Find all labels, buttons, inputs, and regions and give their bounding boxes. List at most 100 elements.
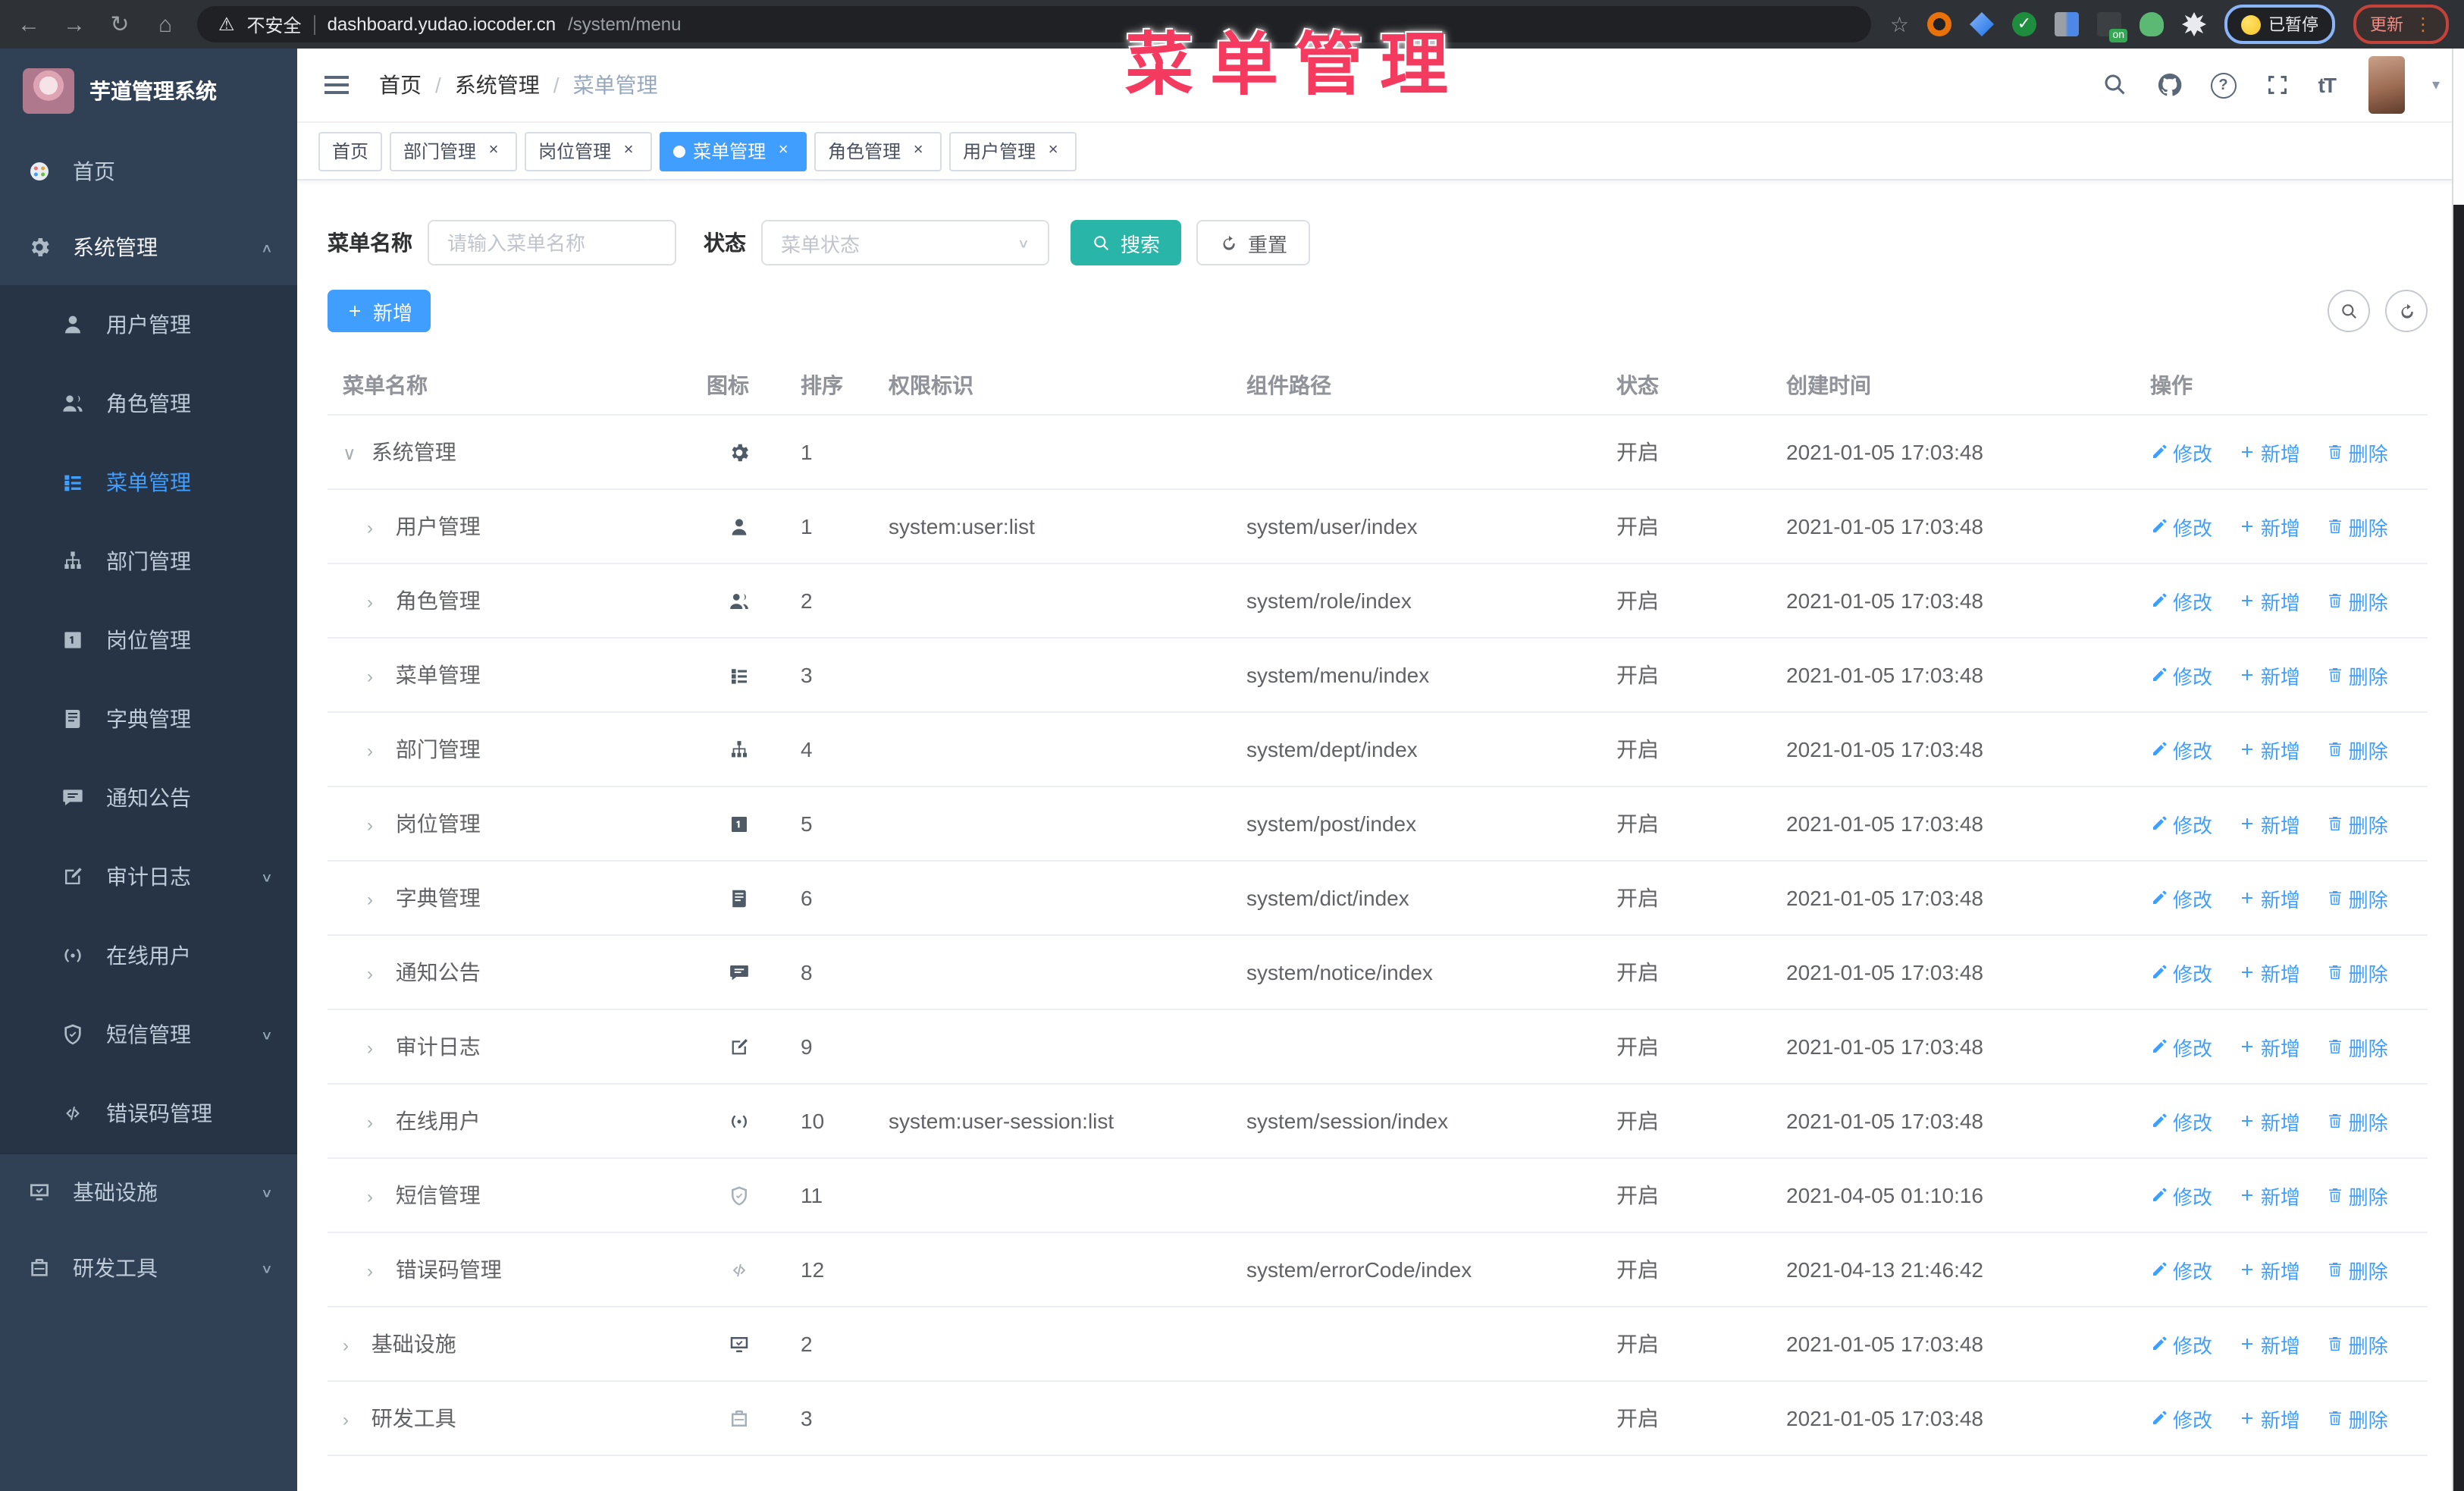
extensions-puzzle-icon[interactable] (2182, 12, 2206, 36)
expand-caret-icon[interactable]: › (367, 815, 390, 836)
page-scrollbar[interactable] (2452, 49, 2464, 1491)
search-icon[interactable] (2102, 71, 2129, 99)
edit-link[interactable]: 修改 (2150, 438, 2212, 466)
delete-link[interactable]: 删除 (2326, 438, 2388, 466)
sidebar-item-gear[interactable]: 系统管理 ∧ (0, 209, 297, 285)
close-icon[interactable]: × (619, 141, 638, 161)
delete-link[interactable]: 删除 (2326, 958, 2388, 987)
edit-link[interactable]: 修改 (2150, 1404, 2212, 1433)
delete-link[interactable]: 删除 (2326, 1404, 2388, 1433)
tag-0[interactable]: 首页 (318, 131, 383, 171)
add-child-link[interactable]: 新增 (2238, 1106, 2300, 1135)
edit-link[interactable]: 修改 (2150, 958, 2212, 987)
extension-icon-grid[interactable] (2055, 12, 2079, 36)
sidebar-item-home[interactable]: 首页 (0, 133, 297, 209)
sidebar-logo[interactable]: 芋道管理系统 (0, 49, 297, 133)
edit-link[interactable]: 修改 (2150, 1032, 2212, 1061)
extension-icon-gem[interactable] (1970, 12, 1994, 36)
scrollbar-thumb[interactable] (2453, 205, 2464, 1491)
tag-3[interactable]: 菜单管理 × (660, 131, 807, 171)
sidebar-item-monitor[interactable]: 基础设施 ∨ (0, 1153, 297, 1230)
sidebar-item-user[interactable]: 用户管理 (0, 285, 297, 364)
tag-2[interactable]: 岗位管理 × (525, 131, 653, 171)
expand-caret-icon[interactable]: › (367, 1186, 390, 1207)
sidebar-item-badge[interactable]: 岗位管理 (0, 601, 297, 680)
expand-caret-icon[interactable]: › (367, 592, 390, 613)
sidebar-item-shield[interactable]: 短信管理 ∨ (0, 995, 297, 1074)
sidebar-item-list[interactable]: 菜单管理 (0, 443, 297, 522)
breadcrumb-home[interactable]: 首页 (379, 70, 422, 100)
add-child-link[interactable]: 新增 (2238, 1181, 2300, 1210)
bookmark-star-icon[interactable]: ☆ (1890, 11, 1909, 37)
extension-icon-check[interactable]: ✓ (2012, 12, 2036, 36)
refresh-table-button[interactable] (2385, 290, 2428, 332)
address-bar[interactable]: ⚠ 不安全 dashboard.yudao.iocoder.cn/system/… (197, 6, 1872, 42)
add-child-link[interactable]: 新增 (2238, 958, 2300, 987)
search-button[interactable]: 搜索 (1071, 220, 1182, 265)
expand-caret-icon[interactable]: › (367, 889, 390, 910)
add-child-link[interactable]: 新增 (2238, 1404, 2300, 1433)
show-search-button[interactable] (2328, 290, 2370, 332)
expand-caret-icon[interactable]: › (367, 1260, 390, 1282)
edit-link[interactable]: 修改 (2150, 1181, 2212, 1210)
delete-link[interactable]: 删除 (2326, 1329, 2388, 1358)
edit-link[interactable]: 修改 (2150, 1329, 2212, 1358)
edit-link[interactable]: 修改 (2150, 1255, 2212, 1284)
close-icon[interactable]: × (773, 141, 793, 161)
status-select[interactable]: 菜单状态 ∨ (761, 220, 1049, 265)
tag-5[interactable]: 用户管理 × (949, 131, 1077, 171)
sidebar-item-online[interactable]: 在线用户 (0, 916, 297, 995)
tag-4[interactable]: 角色管理 × (814, 131, 942, 171)
add-child-link[interactable]: 新增 (2238, 735, 2300, 764)
delete-link[interactable]: 删除 (2326, 735, 2388, 764)
expand-caret-icon[interactable]: › (367, 1037, 390, 1059)
sidebar-item-book[interactable]: 字典管理 (0, 680, 297, 758)
sidebar-item-chat[interactable]: 通知公告 (0, 758, 297, 837)
add-child-link[interactable]: 新增 (2238, 1329, 2300, 1358)
sidebar-item-tool[interactable]: 研发工具 ∨ (0, 1230, 297, 1306)
close-icon[interactable]: × (1043, 141, 1063, 161)
delete-link[interactable]: 删除 (2326, 1255, 2388, 1284)
sidebar-item-users[interactable]: 角色管理 (0, 364, 297, 443)
edit-link[interactable]: 修改 (2150, 661, 2212, 689)
add-button[interactable]: 新增 (328, 290, 431, 332)
avatar[interactable] (2368, 56, 2405, 114)
fullscreen-icon[interactable] (2264, 71, 2291, 99)
sidebar-item-code[interactable]: 错误码管理 (0, 1074, 297, 1153)
edit-link[interactable]: 修改 (2150, 1106, 2212, 1135)
expand-caret-icon[interactable]: › (367, 517, 390, 538)
expand-caret-icon[interactable]: › (343, 1409, 365, 1430)
browser-menu-icon[interactable]: ⋮ (2414, 14, 2432, 35)
profile-paused-chip[interactable]: 已暂停 (2224, 5, 2335, 44)
close-icon[interactable]: × (484, 141, 503, 161)
font-size-icon[interactable]: tT (2318, 73, 2337, 97)
github-icon[interactable] (2156, 71, 2183, 99)
add-child-link[interactable]: 新增 (2238, 809, 2300, 838)
delete-link[interactable]: 删除 (2326, 586, 2388, 615)
edit-link[interactable]: 修改 (2150, 512, 2212, 541)
delete-link[interactable]: 删除 (2326, 809, 2388, 838)
expand-caret-icon[interactable]: › (367, 740, 390, 761)
add-child-link[interactable]: 新增 (2238, 1255, 2300, 1284)
home-icon[interactable]: ⌂ (152, 11, 179, 37)
extension-icon-on[interactable] (2097, 12, 2127, 42)
help-icon[interactable]: ? (2210, 72, 2237, 98)
delete-link[interactable]: 删除 (2326, 1032, 2388, 1061)
reset-button[interactable]: 重置 (1196, 220, 1311, 265)
caret-down-icon[interactable]: ▾ (2432, 77, 2440, 93)
back-icon[interactable]: ← (15, 11, 42, 37)
edit-link[interactable]: 修改 (2150, 809, 2212, 838)
expand-caret-icon[interactable]: › (343, 1335, 365, 1356)
close-icon[interactable]: × (908, 141, 928, 161)
sidebar-item-tree[interactable]: 部门管理 (0, 522, 297, 601)
delete-link[interactable]: 删除 (2326, 1181, 2388, 1210)
add-child-link[interactable]: 新增 (2238, 438, 2300, 466)
add-child-link[interactable]: 新增 (2238, 661, 2300, 689)
delete-link[interactable]: 删除 (2326, 661, 2388, 689)
edit-link[interactable]: 修改 (2150, 884, 2212, 912)
expand-caret-icon[interactable]: › (367, 963, 390, 984)
add-child-link[interactable]: 新增 (2238, 884, 2300, 912)
add-child-link[interactable]: 新增 (2238, 512, 2300, 541)
expand-caret-icon[interactable]: › (367, 1112, 390, 1133)
menu-name-input[interactable] (428, 220, 676, 265)
